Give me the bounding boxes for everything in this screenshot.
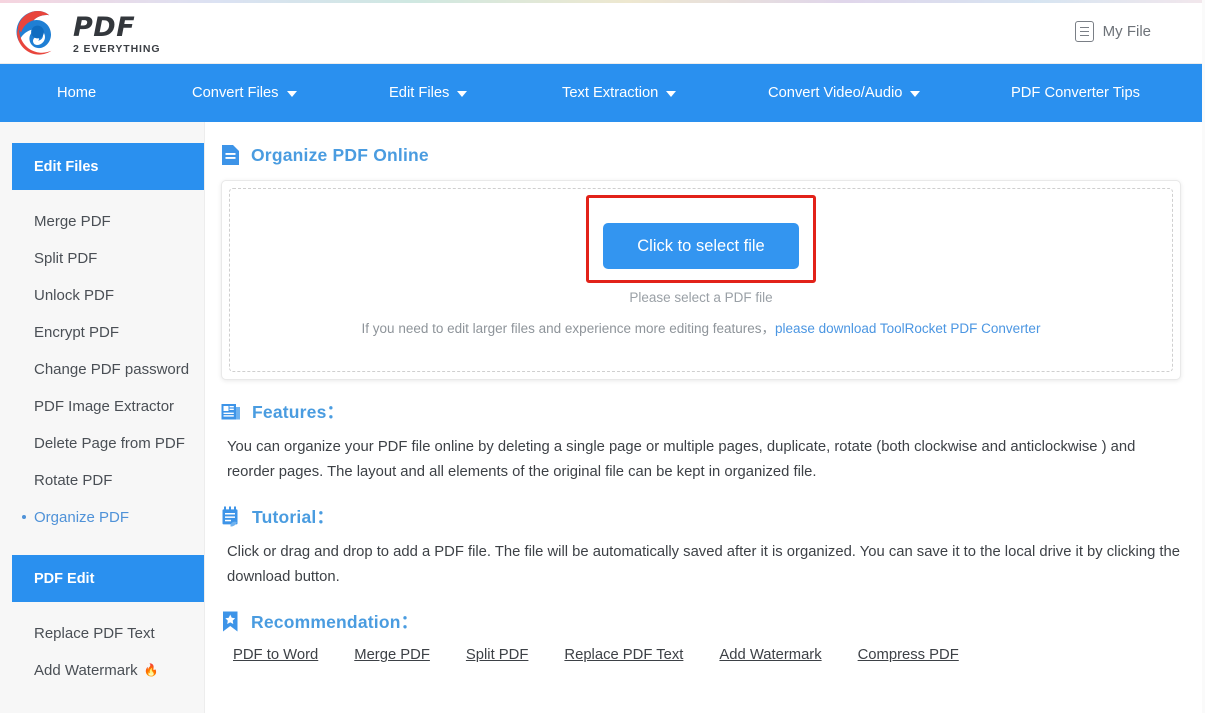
rec-link-compress-pdf[interactable]: Compress PDF (858, 647, 959, 663)
rec-link-add-watermark[interactable]: Add Watermark (719, 647, 821, 663)
features-text: You can organize your PDF file online by… (227, 439, 1136, 480)
rec-link-merge-pdf[interactable]: Merge PDF (354, 647, 430, 663)
features-heading-text: Features： (252, 402, 345, 422)
nav-label: Convert Files (192, 85, 279, 101)
my-file-label: My File (1102, 23, 1151, 40)
features-heading: Features： (221, 399, 1179, 424)
sidebar-item-encrypt-pdf[interactable]: Encrypt PDF (0, 323, 204, 342)
sidebar-item-pdf-image-extractor[interactable]: PDF Image Extractor (0, 397, 204, 416)
tutorial-heading: Tutorial： (221, 504, 1179, 529)
flame-hot-icon: 🔥 (143, 663, 159, 677)
page-title-text: Organize PDF Online (251, 144, 429, 165)
sidebar: Edit Files Merge PDF Split PDF Unlock PD… (0, 122, 205, 713)
click-to-select-file-button[interactable]: Click to select file (603, 223, 799, 269)
sidebar-item-label: Add Watermark (34, 662, 138, 679)
upload-secondary-hint-text: If you need to edit larger files and exp… (361, 321, 776, 336)
upload-hint: Please select a PDF file (629, 290, 773, 305)
sidebar-group-title-edit-files[interactable]: Edit Files (12, 143, 204, 190)
nav-label: Text Extraction (562, 85, 659, 101)
nav-label: Edit Files (389, 85, 450, 101)
main-navigation: Home Convert Files Edit Files Text Extra… (0, 64, 1205, 122)
logo-subtitle: 2 EVERYTHING (73, 42, 161, 55)
page-title: Organize PDF Online (221, 144, 1179, 166)
select-file-button-wrapper: Click to select file (586, 195, 816, 283)
logo-swirl-icon (16, 11, 52, 55)
notepad-pen-icon (222, 506, 238, 527)
sidebar-item-delete-page-from-pdf[interactable]: Delete Page from PDF (0, 434, 204, 453)
download-toolrocket-link[interactable]: please download ToolRocket PDF Converter (775, 321, 1040, 336)
sidebar-item-split-pdf[interactable]: Split PDF (0, 249, 204, 268)
chevron-down-icon (457, 91, 468, 97)
site-logo[interactable]: PDF 2 EVERYTHING (12, 8, 160, 60)
nav-item-pdf-converter-tips[interactable]: PDF Converter Tips (1011, 85, 1140, 101)
sidebar-list-edit-files: Merge PDF Split PDF Unlock PDF Encrypt P… (0, 212, 204, 527)
document-page-icon (222, 145, 239, 165)
recommendation-heading: Recommendation： (221, 609, 1179, 634)
nav-item-convert-video-audio[interactable]: Convert Video/Audio (768, 85, 921, 101)
nav-item-edit-files[interactable]: Edit Files (389, 85, 468, 101)
nav-item-home[interactable]: Home (57, 85, 96, 101)
nav-item-text-extraction[interactable]: Text Extraction (562, 85, 677, 101)
sidebar-item-rotate-pdf[interactable]: Rotate PDF (0, 471, 204, 490)
sidebar-item-add-watermark[interactable]: Add Watermark 🔥 (0, 661, 204, 680)
my-file-button[interactable]: My File (1074, 21, 1151, 42)
features-section: Features： You can organize your PDF file… (221, 399, 1179, 485)
sidebar-item-change-pdf-password[interactable]: Change PDF password (0, 360, 204, 379)
bookmark-star-icon (223, 611, 238, 632)
upload-dropzone[interactable]: Click to select file Please select a PDF… (221, 180, 1181, 380)
site-header: PDF 2 EVERYTHING My File (0, 3, 1205, 64)
rec-link-replace-pdf-text[interactable]: Replace PDF Text (564, 647, 683, 663)
nav-label: PDF Converter Tips (1011, 85, 1140, 101)
sidebar-item-merge-pdf[interactable]: Merge PDF (0, 212, 204, 231)
article-news-icon (221, 403, 240, 419)
tutorial-section: Tutorial： Click or drag and drop to add … (221, 504, 1180, 590)
main-content: Organize PDF Online Click to select file… (205, 122, 1205, 713)
tutorial-text: Click or drag and drop to add a PDF file… (227, 544, 1180, 585)
sidebar-item-replace-pdf-text[interactable]: Replace PDF Text (0, 624, 204, 643)
sidebar-item-organize-pdf[interactable]: Organize PDF (0, 508, 204, 527)
chevron-down-icon (286, 91, 297, 97)
nav-label: Convert Video/Audio (768, 85, 903, 101)
upload-secondary-hint: If you need to edit larger files and exp… (362, 317, 1041, 337)
rec-link-split-pdf[interactable]: Split PDF (466, 647, 529, 663)
recommendation-section: Recommendation： PDF to Word Merge PDF Sp… (221, 609, 1179, 663)
rec-link-pdf-to-word[interactable]: PDF to Word (233, 647, 318, 663)
sidebar-group-title-pdf-edit[interactable]: PDF Edit (12, 555, 204, 602)
sidebar-item-label: Replace PDF Text (34, 625, 155, 642)
logo-title: PDF (73, 11, 136, 43)
sidebar-list-pdf-edit: Replace PDF Text Add Watermark 🔥 (0, 624, 204, 680)
document-list-icon (1074, 21, 1094, 42)
chevron-down-icon (666, 91, 677, 97)
recommendation-heading-text: Recommendation： (251, 612, 419, 632)
upload-dropzone-inner[interactable]: Click to select file Please select a PDF… (229, 188, 1173, 372)
nav-item-convert-files[interactable]: Convert Files (192, 85, 297, 101)
sidebar-item-unlock-pdf[interactable]: Unlock PDF (0, 286, 204, 305)
chevron-down-icon (910, 91, 921, 97)
nav-label: Home (57, 85, 97, 101)
tutorial-heading-text: Tutorial： (252, 507, 335, 527)
recommendation-links: PDF to Word Merge PDF Split PDF Replace … (233, 647, 1179, 663)
